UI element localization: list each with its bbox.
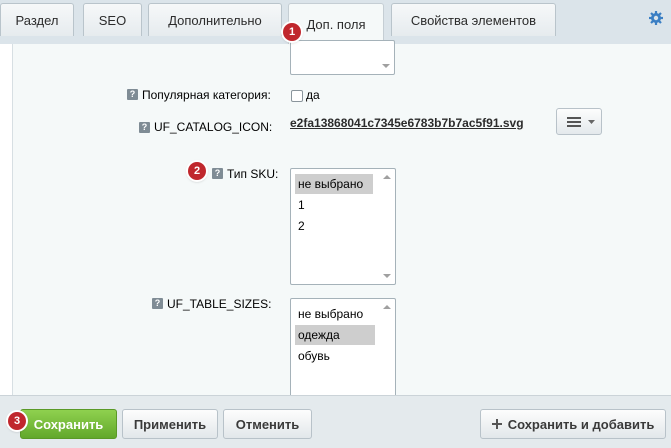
tab-label: Дополнительно bbox=[168, 12, 262, 28]
popular-category-checkbox[interactable] bbox=[291, 90, 303, 102]
listbox-option[interactable]: не выбрано bbox=[295, 304, 375, 324]
catalog-icon-label: UF_CATALOG_ICON: bbox=[154, 120, 273, 134]
scroll-down-icon[interactable] bbox=[383, 274, 391, 278]
popular-category-label: Популярная категория: bbox=[142, 88, 271, 102]
tab-label: Доп. поля bbox=[306, 16, 366, 32]
cancel-button[interactable]: Отменить bbox=[223, 409, 312, 439]
listbox-option[interactable]: обувь bbox=[295, 346, 375, 366]
listbox-option[interactable]: 1 bbox=[295, 195, 373, 215]
footer-toolbar: Сохранить Применить Отменить Сохранить и… bbox=[0, 395, 671, 448]
tab-label: Свойства элементов bbox=[410, 12, 537, 28]
catalog-icon-file-link[interactable]: e2fa13868041c7345e6783b7b7ac5f91.svg bbox=[290, 116, 524, 130]
listbox-option[interactable]: одежда bbox=[295, 325, 375, 345]
step-badge-1: 1 bbox=[283, 23, 301, 41]
scroll-down-icon[interactable] bbox=[382, 64, 390, 68]
tab-seo[interactable]: SEO bbox=[83, 3, 142, 36]
help-icon[interactable]: ? bbox=[152, 298, 163, 309]
form-content: ? Популярная категория: да ? UF_CATALOG_… bbox=[12, 40, 671, 400]
step-badge-3: 3 bbox=[8, 412, 26, 430]
tab-section[interactable]: Раздел bbox=[0, 3, 74, 36]
save-and-add-label: Сохранить и добавить bbox=[507, 416, 655, 432]
hamburger-menu-icon bbox=[567, 117, 581, 127]
help-icon[interactable]: ? bbox=[127, 89, 138, 100]
plus-icon bbox=[491, 419, 502, 429]
sku-type-listbox[interactable]: не выбрано 1 2 bbox=[290, 168, 396, 285]
file-menu-button[interactable] bbox=[556, 108, 602, 135]
scroll-up-icon[interactable] bbox=[383, 175, 391, 179]
tab-extra-fields[interactable]: Доп. поля bbox=[288, 3, 384, 44]
tab-label: Раздел bbox=[15, 12, 59, 28]
table-sizes-label: UF_TABLE_SIZES: bbox=[167, 297, 272, 311]
tab-element-properties[interactable]: Свойства элементов bbox=[391, 3, 556, 36]
save-button[interactable]: Сохранить bbox=[20, 409, 117, 439]
sku-type-label: Тип SKU: bbox=[227, 167, 279, 181]
tab-label: SEO bbox=[98, 12, 127, 28]
save-and-add-button[interactable]: Сохранить и добавить bbox=[480, 409, 666, 439]
help-icon[interactable]: ? bbox=[139, 122, 150, 133]
listbox-option[interactable]: 2 bbox=[295, 216, 373, 236]
gear-icon[interactable] bbox=[649, 11, 663, 25]
table-sizes-listbox[interactable]: не выбрано одежда обувь bbox=[290, 298, 396, 400]
apply-button[interactable]: Применить bbox=[122, 409, 218, 439]
listbox-option[interactable]: не выбрано bbox=[295, 174, 373, 194]
help-icon[interactable]: ? bbox=[212, 168, 223, 179]
tab-additional[interactable]: Дополнительно bbox=[148, 3, 282, 36]
step-badge-2: 2 bbox=[188, 162, 206, 180]
tab-bar: Раздел SEO Дополнительно Доп. поля Свойс… bbox=[0, 0, 671, 44]
scroll-up-icon[interactable] bbox=[383, 305, 391, 309]
chevron-down-icon bbox=[588, 120, 595, 124]
partial-listbox[interactable] bbox=[290, 40, 395, 75]
checkbox-label: да bbox=[306, 88, 320, 102]
